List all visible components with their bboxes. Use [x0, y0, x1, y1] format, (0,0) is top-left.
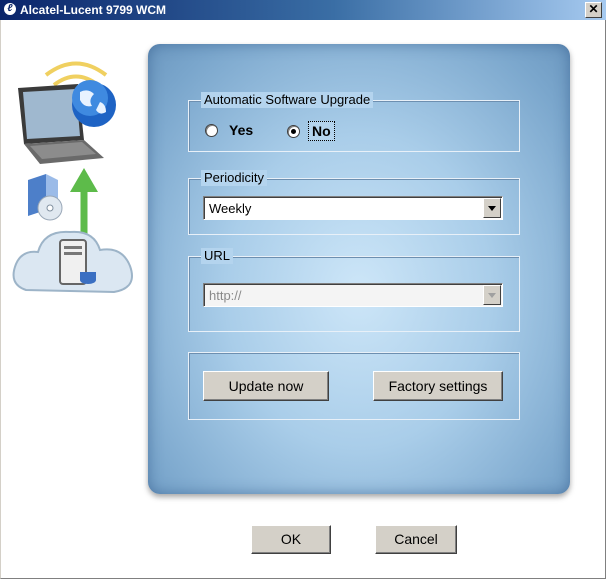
actions-group: Update now Factory settings	[188, 352, 520, 420]
radio-yes[interactable]: Yes	[205, 121, 256, 139]
radio-yes-label[interactable]: Yes	[226, 121, 256, 139]
factory-settings-button[interactable]: Factory settings	[373, 371, 503, 401]
radio-yes-circle[interactable]	[205, 123, 218, 137]
url-value: http://	[209, 288, 242, 303]
cancel-label: Cancel	[394, 531, 438, 547]
periodicity-group: Periodicity Weekly	[188, 170, 520, 235]
close-icon: ✕	[588, 2, 599, 16]
software-box-icon	[28, 174, 63, 221]
close-button[interactable]: ✕	[585, 2, 602, 18]
upload-arrow-icon	[70, 168, 98, 236]
globe-icon	[72, 80, 116, 127]
radio-no[interactable]: No	[287, 121, 335, 141]
chevron-down-icon	[483, 285, 501, 305]
chevron-down-icon[interactable]	[483, 198, 501, 218]
url-group: URL http://	[188, 248, 520, 332]
periodicity-value: Weekly	[209, 201, 252, 216]
cloud-server-icon	[12, 230, 133, 294]
title-bar: ℓ Alcatel-Lucent 9799 WCM ✕	[0, 0, 606, 20]
ok-label: OK	[280, 531, 302, 547]
automatic-upgrade-group: Automatic Software Upgrade Yes No	[188, 92, 520, 152]
periodicity-select[interactable]: Weekly	[203, 196, 503, 220]
update-now-label: Update now	[228, 378, 304, 394]
window-title: Alcatel-Lucent 9799 WCM	[20, 3, 167, 17]
factory-settings-label: Factory settings	[388, 378, 488, 394]
alcatel-lucent-logo-icon: ℓ	[4, 3, 16, 15]
settings-panel: Automatic Software Upgrade Yes No Period…	[148, 44, 570, 494]
cancel-button[interactable]: Cancel	[375, 525, 457, 554]
ok-button[interactable]: OK	[251, 525, 331, 554]
periodicity-legend: Periodicity	[201, 170, 267, 186]
automatic-upgrade-legend: Automatic Software Upgrade	[201, 92, 374, 108]
update-now-button[interactable]: Update now	[203, 371, 329, 401]
upgrade-illustration	[12, 61, 133, 294]
url-combobox[interactable]: http://	[203, 283, 503, 307]
url-legend: URL	[201, 248, 234, 264]
radio-no-label[interactable]: No	[308, 121, 335, 141]
radio-no-circle[interactable]	[287, 124, 300, 138]
